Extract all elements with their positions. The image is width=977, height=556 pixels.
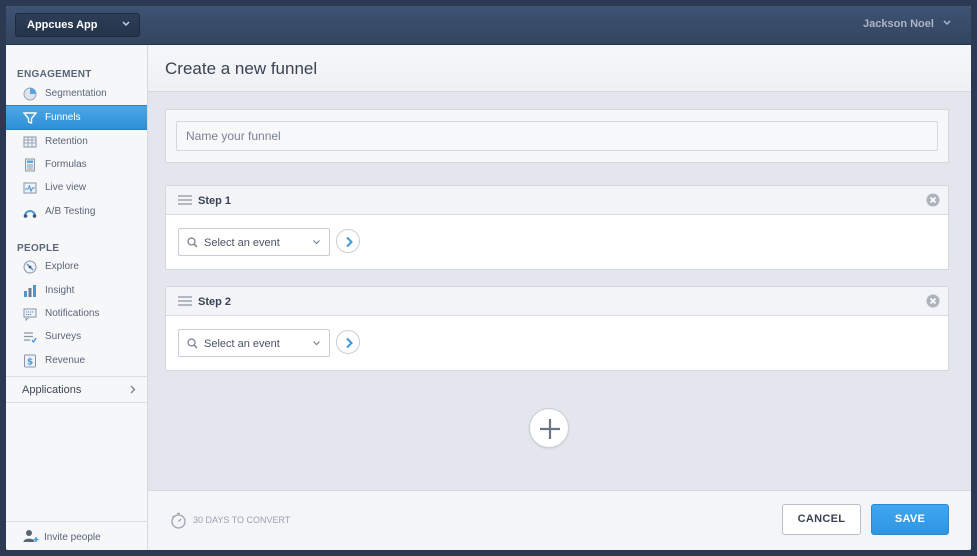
drag-handle-icon[interactable] (178, 195, 192, 205)
chevron-down-icon (943, 20, 951, 26)
pie-chart-icon (23, 87, 37, 101)
footer-bar: 30 DAYS TO CONVERT CANCEL SAVE (148, 490, 971, 550)
app-window: Appcues App Jackson Noel ENGAGEMENT Segm… (6, 6, 971, 550)
cancel-button[interactable]: CANCEL (782, 504, 861, 535)
conversion-window-setting[interactable]: 30 DAYS TO CONVERT (170, 512, 290, 531)
event-select-dropdown[interactable]: Select an event (178, 228, 330, 256)
step-title: Step 2 (198, 296, 232, 308)
step-title: Step 1 (198, 195, 232, 207)
sidebar-item-live-view[interactable]: Live view (6, 177, 147, 199)
pulse-icon (23, 182, 37, 194)
applications-label: Applications (22, 384, 82, 396)
sidebar-item-retention[interactable]: Retention (6, 131, 147, 153)
funnel-step-card: Step 2 Select an event (165, 286, 949, 371)
calculator-icon (25, 158, 35, 172)
save-button[interactable]: SAVE (871, 504, 949, 535)
chevron-down-icon (313, 240, 320, 245)
convert-label: 30 DAYS TO CONVERT (193, 515, 291, 525)
grid-table-icon (23, 136, 37, 148)
sidebar-item-label: Surveys (45, 331, 82, 342)
sidebar-item-segmentation[interactable]: Segmentation (6, 83, 147, 105)
step-next-button[interactable] (336, 229, 360, 253)
chevron-right-icon (346, 236, 353, 248)
section-title-engagement: ENGAGEMENT (17, 69, 92, 80)
sidebar-item-funnels[interactable]: Funnels (6, 105, 147, 130)
sidebar-item-surveys[interactable]: Surveys (6, 326, 147, 348)
sidebar: ENGAGEMENT Segmentation Funnels Retentio… (6, 45, 148, 550)
message-icon (23, 308, 37, 321)
page-title: Create a new funnel (165, 59, 318, 78)
invite-people-link[interactable]: Invite people (6, 521, 147, 550)
sidebar-item-formulas[interactable]: Formulas (6, 154, 147, 176)
funnel-icon (23, 112, 37, 124)
plus-icon (540, 419, 560, 439)
chevron-down-icon (122, 21, 130, 27)
sidebar-item-insight[interactable]: Insight (6, 280, 147, 302)
sidebar-item-label: Segmentation (45, 88, 107, 99)
funnel-name-input[interactable] (176, 121, 938, 151)
compass-icon (23, 260, 37, 274)
sidebar-item-label: Revenue (45, 355, 86, 366)
search-icon (187, 338, 198, 349)
user-menu[interactable]: Jackson Noel (863, 18, 951, 30)
sidebar-item-label: A/B Testing (45, 206, 96, 217)
funnel-name-panel (165, 109, 949, 163)
sidebar-item-label: Live view (45, 182, 87, 193)
sidebar-item-ab-testing[interactable]: A/B Testing (6, 201, 147, 223)
chevron-right-icon (346, 337, 353, 349)
add-user-icon (23, 530, 39, 542)
user-name: Jackson Noel (863, 18, 934, 30)
sidebar-item-label: Retention (45, 136, 88, 147)
funnel-builder: Step 1 Select an event Step 2 Select an … (148, 92, 971, 490)
drag-handle-icon[interactable] (178, 296, 192, 306)
event-select-label: Select an event (204, 338, 280, 350)
remove-step-icon[interactable] (926, 294, 940, 308)
svg-text:$: $ (27, 358, 33, 368)
step-next-button[interactable] (336, 330, 360, 354)
step-header: Step 2 (166, 287, 948, 316)
bar-chart-icon (24, 285, 36, 297)
stopwatch-icon (171, 512, 186, 529)
sidebar-item-label: Notifications (45, 308, 100, 319)
chevron-down-icon (313, 341, 320, 346)
step-header: Step 1 (166, 186, 948, 215)
search-icon (187, 237, 198, 248)
remove-step-icon[interactable] (926, 193, 940, 207)
sidebar-item-notifications[interactable]: Notifications (6, 303, 147, 325)
app-switcher-dropdown[interactable]: Appcues App (15, 13, 140, 37)
sidebar-item-label: Explore (45, 261, 79, 272)
chevron-right-icon (130, 385, 136, 394)
sidebar-item-revenue[interactable]: $ Revenue (6, 350, 147, 372)
sidebar-item-label: Insight (45, 285, 75, 296)
dollar-icon: $ (24, 354, 36, 368)
funnel-step-card: Step 1 Select an event (165, 185, 949, 270)
ab-test-icon (23, 210, 37, 218)
invite-label: Invite people (44, 532, 101, 543)
add-step-button[interactable] (529, 408, 569, 448)
sidebar-item-label: Formulas (45, 159, 87, 170)
sidebar-item-label: Funnels (45, 112, 81, 123)
sidebar-item-explore[interactable]: Explore (6, 256, 147, 278)
sidebar-applications[interactable]: Applications (6, 376, 147, 403)
survey-list-icon (24, 332, 37, 344)
top-bar: Appcues App Jackson Noel (6, 6, 971, 45)
event-select-dropdown[interactable]: Select an event (178, 329, 330, 357)
page-header: Create a new funnel (148, 45, 971, 92)
event-select-label: Select an event (204, 237, 280, 249)
section-title-people: PEOPLE (17, 243, 60, 254)
app-name: Appcues App (27, 19, 98, 31)
